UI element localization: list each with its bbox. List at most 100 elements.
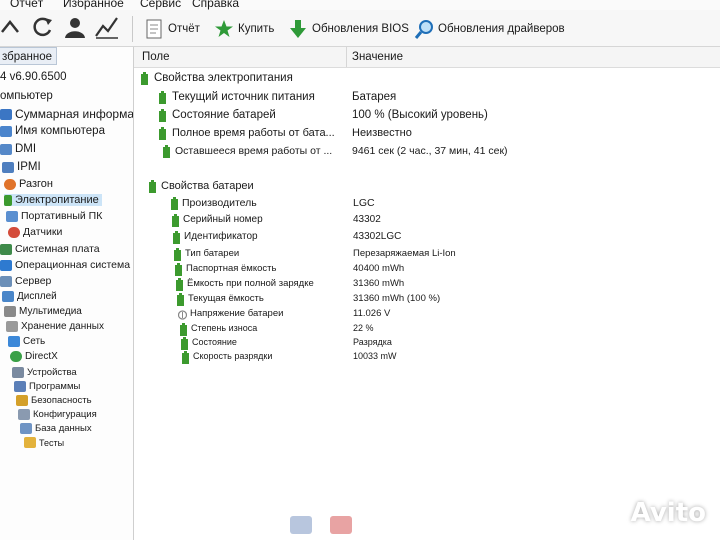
- battery-plug-icon: [172, 214, 179, 227]
- magnifier-icon: [414, 20, 433, 39]
- battery-plug-icon: [182, 351, 189, 364]
- tree-item-portable[interactable]: Портативный ПК: [6, 210, 102, 222]
- devices-icon: [12, 367, 24, 378]
- favorites-tab[interactable]: збранное: [0, 47, 57, 65]
- tree-item-label: Устройства: [27, 367, 77, 378]
- server-icon: [0, 275, 12, 287]
- battery-plug-icon: [159, 91, 166, 104]
- tree-item-summary[interactable]: Суммарная информа: [0, 107, 134, 121]
- monitor-icon: [2, 291, 14, 302]
- tree-item-label: Суммарная информа: [15, 107, 134, 121]
- row-value: LGC: [353, 197, 375, 209]
- bios-updates-label: Обновления BIOS: [312, 23, 409, 35]
- tree-item-server[interactable]: Сервер: [0, 275, 51, 287]
- tree-item-devices[interactable]: Устройства: [12, 367, 77, 378]
- tree-item-label: IPMI: [17, 161, 41, 173]
- tree-item-label: База данных: [35, 423, 92, 434]
- row-value: 43302LGC: [353, 231, 402, 242]
- row-field: Серийный номер: [183, 214, 263, 225]
- column-field[interactable]: Поле: [142, 51, 170, 63]
- tree-item-os[interactable]: Операционная система: [0, 259, 130, 271]
- tree-item-power[interactable]: Электропитание: [4, 194, 102, 206]
- column-divider[interactable]: [346, 47, 347, 67]
- tree-item-computer[interactable]: омпьютер: [0, 90, 53, 102]
- tree-item-label: Разгон: [19, 178, 53, 190]
- mail-icon[interactable]: [290, 516, 312, 534]
- tree-item-multimedia[interactable]: Мультимедиа: [4, 306, 82, 317]
- buy-button-label: Купить: [238, 23, 275, 35]
- tree-item-config[interactable]: Конфигурация: [18, 409, 97, 420]
- row-value: 100 % (Высокий уровень): [352, 109, 488, 121]
- section-title: Свойства электропитания: [154, 72, 293, 84]
- tree-item-database[interactable]: База данных: [20, 423, 92, 434]
- battery-plug-icon: [176, 278, 183, 291]
- tree-item-sensors[interactable]: Датчики: [8, 226, 62, 238]
- user-icon[interactable]: [62, 14, 88, 40]
- folder-icon: [24, 437, 36, 448]
- report-button-label: Отчёт: [168, 23, 200, 35]
- windows-icon: [0, 259, 12, 271]
- document-icon: [146, 19, 162, 39]
- menu-favorites[interactable]: Избранное: [63, 0, 124, 10]
- voltage-icon: [178, 310, 187, 320]
- tree-item-label: DirectX: [25, 351, 58, 362]
- flame-icon: [4, 178, 16, 190]
- tree-version[interactable]: 4 v6.90.6500: [0, 71, 67, 83]
- tree-item-storage[interactable]: Хранение данных: [6, 321, 104, 332]
- battery-plug-icon: [181, 337, 188, 350]
- shield-icon: [16, 395, 28, 406]
- row-value: 10033 mW: [353, 351, 397, 361]
- tree-item-directx[interactable]: DirectX: [10, 351, 58, 362]
- driver-updates-button[interactable]: Обновления драйверов: [414, 18, 565, 40]
- tree-item-network[interactable]: Сеть: [8, 336, 45, 347]
- row-value: 31360 mWh (100 %): [353, 293, 441, 304]
- directx-icon: [10, 351, 22, 362]
- tree-item-ipmi[interactable]: IPMI: [2, 161, 41, 173]
- ipmi-icon: [2, 161, 14, 173]
- tree-item-tests[interactable]: Тесты: [24, 437, 64, 448]
- row-field: Идентификатор: [184, 231, 258, 242]
- app-icon[interactable]: [330, 516, 352, 534]
- menu-help[interactable]: Справка: [192, 0, 239, 10]
- battery-plug-icon: [180, 323, 187, 336]
- battery-plug-icon: [159, 127, 166, 140]
- up-arrow-icon[interactable]: [0, 14, 26, 40]
- menu-report[interactable]: Отчёт: [10, 0, 43, 10]
- driver-updates-label: Обновления драйверов: [438, 23, 565, 35]
- tree-item-label: Тесты: [39, 437, 65, 448]
- tree-item-label: Сеть: [23, 336, 46, 347]
- tree-item-label: Имя компьютера: [15, 125, 105, 137]
- row-field: Тип батареи: [185, 248, 240, 259]
- tree-item-dmi[interactable]: DMI: [0, 143, 36, 155]
- tree-item-label: Портативный ПК: [21, 210, 103, 222]
- tree-item-programs[interactable]: Программы: [14, 381, 80, 392]
- tree-item-computer-name[interactable]: Имя компьютера: [0, 125, 105, 137]
- tree-item-label: DMI: [15, 143, 37, 155]
- row-value: Неизвестно: [352, 127, 412, 139]
- summary-icon: [0, 108, 12, 120]
- details-panel: Поле Значение Свойства электропитания Те…: [134, 47, 720, 540]
- row-value: 9461 сек (2 час., 37 мин, 41 сек): [352, 145, 508, 157]
- battery-plug-icon: [149, 180, 156, 193]
- watermark-text: Avito: [630, 498, 706, 528]
- report-button[interactable]: Отчёт: [144, 18, 200, 40]
- tree-item-overclock[interactable]: Разгон: [4, 178, 53, 190]
- section-title: Свойства батареи: [161, 180, 254, 192]
- toolbar-divider: [132, 16, 133, 42]
- dmi-icon: [0, 143, 12, 155]
- menu-service[interactable]: Сервис: [140, 0, 181, 10]
- bios-updates-button[interactable]: Обновления BIOS: [288, 18, 409, 40]
- version-label: 4 v6.90.6500: [0, 71, 67, 83]
- tree-item-motherboard[interactable]: Системная плата: [0, 243, 100, 255]
- tree-item-security[interactable]: Безопасность: [16, 395, 92, 406]
- config-icon: [18, 409, 30, 420]
- computer-icon: [0, 125, 12, 137]
- chart-icon[interactable]: [94, 14, 120, 40]
- column-value[interactable]: Значение: [352, 51, 403, 63]
- tree-item-display[interactable]: Дисплей: [2, 291, 57, 302]
- laptop-icon: [6, 210, 18, 222]
- row-value: 22 %: [353, 323, 374, 333]
- row-field: Производитель: [182, 197, 257, 209]
- refresh-icon[interactable]: [30, 14, 56, 40]
- buy-button[interactable]: Купить: [214, 18, 274, 40]
